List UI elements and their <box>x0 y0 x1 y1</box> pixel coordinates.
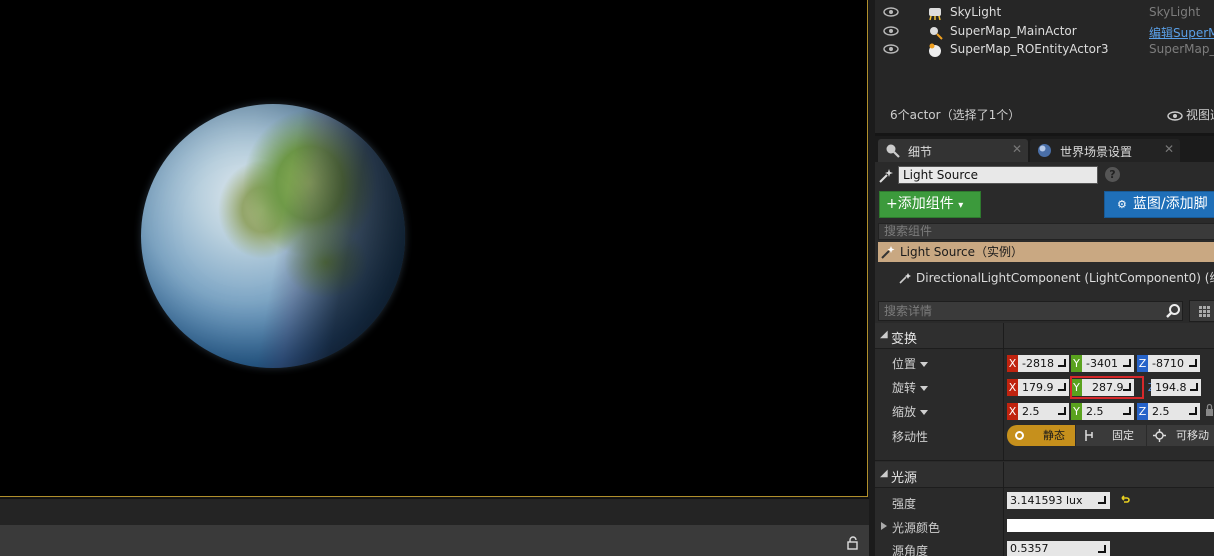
mobility-label: 移动性 <box>892 430 929 444</box>
search-icon[interactable] <box>1165 303 1181 319</box>
magnifier-icon <box>886 144 900 158</box>
directional-light-icon <box>899 273 911 284</box>
collapse-arrow-icon: ◢ <box>880 329 888 340</box>
rotation-label[interactable]: 旋转 <box>892 379 929 396</box>
component-instance-row[interactable]: Light Source（实例） <box>878 242 1214 262</box>
mobility-static-button[interactable]: 静态 <box>1007 425 1075 446</box>
axis-x: X <box>1007 379 1018 396</box>
source-angle-label: 源角度 <box>892 544 929 556</box>
world-outliner: SkyLight SkyLight SuperMap_MainActor 编辑S… <box>875 0 1214 133</box>
scale-y-field[interactable]: 2.5 <box>1082 403 1134 420</box>
outliner-row[interactable]: SuperMap_ROEntityActor3 SuperMap_R <box>875 40 1214 59</box>
rotation-z-field[interactable]: 194.8 <box>1151 379 1201 396</box>
grid-icon <box>1199 306 1210 317</box>
level-viewport[interactable] <box>0 0 868 497</box>
scale-z-field[interactable]: 2.5 <box>1148 403 1200 420</box>
viewport-bottom-bar <box>0 498 869 525</box>
globe-icon <box>1038 144 1051 157</box>
intensity-field[interactable]: 3.141593 lux <box>1007 492 1110 509</box>
close-icon[interactable]: ✕ <box>1012 142 1022 156</box>
outliner-item-type: SkyLight <box>1149 5 1201 19</box>
intensity-label: 强度 <box>892 497 917 511</box>
column-splitter[interactable] <box>1003 323 1004 460</box>
section-separator <box>875 460 1214 461</box>
help-icon[interactable]: ? <box>1105 167 1120 182</box>
tab-label: 世界场景设置 <box>1060 145 1133 159</box>
location-x-field[interactable]: -2818 <box>1018 355 1069 372</box>
view-options-label: 视图选 <box>1186 108 1214 122</box>
stationary-icon <box>1085 430 1093 441</box>
eye-icon <box>1167 110 1183 121</box>
rotation-x-field[interactable]: 179.9 <box>1018 379 1069 396</box>
edit-blueprint-link[interactable]: 编辑SuperM <box>1149 24 1214 41</box>
actor-icon <box>930 27 943 40</box>
outliner-item-name: SkyLight <box>950 5 1002 19</box>
axis-z: Z <box>1137 355 1148 372</box>
tab-world-settings[interactable]: 世界场景设置 ✕ <box>1030 139 1180 162</box>
reset-to-default-icon[interactable] <box>1120 495 1130 505</box>
outliner-row[interactable]: SuperMap_MainActor 编辑SuperM <box>875 22 1214 41</box>
axis-y: Y <box>1071 355 1082 372</box>
editor-window: SkyLight SkyLight SuperMap_MainActor 编辑S… <box>0 0 1214 556</box>
section-title: 光源 <box>891 471 918 486</box>
collapse-arrow-icon: ◢ <box>880 468 888 479</box>
view-options-button[interactable]: 视图选 <box>1167 106 1214 123</box>
section-title: 变换 <box>891 332 918 347</box>
tab-label: 细节 <box>908 145 933 159</box>
location-label[interactable]: 位置 <box>892 355 929 372</box>
outliner-item-type: SuperMap_R <box>1149 42 1214 56</box>
expand-arrow-icon[interactable] <box>881 522 887 530</box>
outliner-item-name: SuperMap_ROEntityActor3 <box>950 42 1109 56</box>
light-color-swatch[interactable] <box>1007 519 1214 532</box>
property-matrix-button[interactable] <box>1189 300 1214 322</box>
sphere-actor-icon <box>929 43 941 57</box>
details-tabbar: 细节 ✕ 世界场景设置 ✕ <box>875 136 1214 162</box>
axis-z: Z <box>1137 403 1148 420</box>
skylight-icon <box>929 8 941 21</box>
globe-terminator-shadow <box>141 104 405 368</box>
blueprint-add-script-button[interactable]: ⚙ 蓝图/添加脚 <box>1104 191 1214 218</box>
highlight-box <box>1070 376 1144 399</box>
scale-label[interactable]: 缩放 <box>892 403 929 420</box>
instance-label: Light Source（实例） <box>900 245 1023 259</box>
close-icon[interactable]: ✕ <box>1164 142 1174 156</box>
light-source-icon <box>881 246 895 259</box>
mobility-stationary-button[interactable]: 固定 <box>1076 425 1146 446</box>
add-component-button[interactable]: +添加组件 ▾ <box>879 191 981 218</box>
move-icon <box>1153 429 1166 442</box>
details-panel: ? +添加组件 ▾ ⚙蓝图/添加脚 搜索组件 Light Source（实例） … <box>875 162 1214 556</box>
column-splitter[interactable] <box>1003 462 1004 556</box>
location-y-field[interactable]: -3401 <box>1082 355 1134 372</box>
outliner-row[interactable]: SkyLight SkyLight <box>875 3 1214 22</box>
transform-section-header[interactable]: ◢ 变换 <box>875 323 1214 349</box>
light-color-label: 光源颜色 <box>892 521 941 535</box>
lock-icon[interactable] <box>1205 403 1214 417</box>
actor-count: 6个actor（选择了1个） <box>890 108 1021 122</box>
light-section-header[interactable]: ◢ 光源 <box>875 462 1214 488</box>
mobility-movable-button[interactable]: 可移动 <box>1147 425 1214 446</box>
actor-name-input[interactable] <box>898 166 1098 184</box>
bottom-toolbar <box>0 525 869 556</box>
search-details-input[interactable]: 搜索详情 <box>878 301 1183 321</box>
eye-icon[interactable] <box>883 44 899 54</box>
source-angle-field[interactable]: 0.5357 <box>1007 541 1110 556</box>
eye-icon[interactable] <box>883 7 899 17</box>
search-components-input[interactable]: 搜索组件 <box>878 223 1214 240</box>
tab-details[interactable]: 细节 ✕ <box>878 139 1028 162</box>
axis-x: X <box>1007 403 1018 420</box>
component-tree-item[interactable]: DirectionalLightComponent (LightComponen… <box>916 269 1214 286</box>
eye-icon[interactable] <box>883 26 899 36</box>
scale-x-field[interactable]: 2.5 <box>1018 403 1069 420</box>
lock-icon[interactable] <box>846 536 860 550</box>
static-icon <box>1015 431 1024 440</box>
light-source-icon <box>879 169 893 183</box>
outliner-item-name: SuperMap_MainActor <box>950 24 1077 38</box>
axis-x: X <box>1007 355 1018 372</box>
location-z-field[interactable]: -8710 <box>1148 355 1200 372</box>
axis-y: Y <box>1071 403 1082 420</box>
